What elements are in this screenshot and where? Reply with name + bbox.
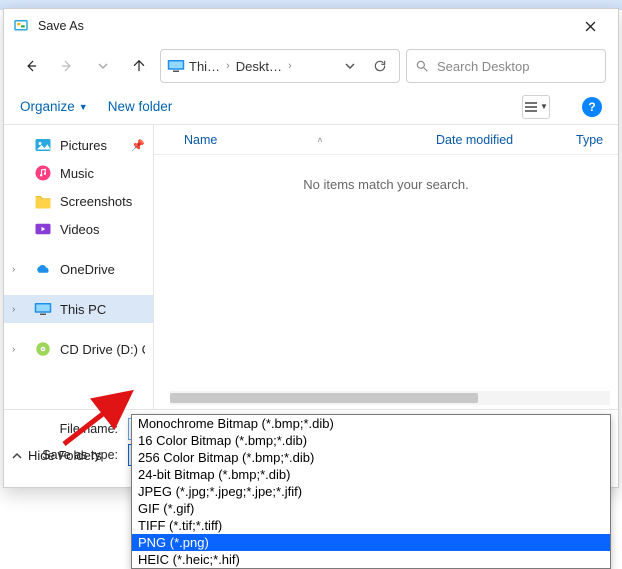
sidebar-item-videos[interactable]: Videos: [4, 215, 153, 243]
onedrive-icon: [34, 260, 52, 278]
dialog-title: Save As: [38, 19, 570, 33]
sidebar-item-label: This PC: [60, 302, 106, 317]
sidebar-item-label: Screenshots: [60, 194, 132, 209]
column-headers: Name ˄ Date modified Type: [154, 125, 618, 155]
hide-folders-toggle[interactable]: Hide Folders: [12, 448, 102, 463]
search-icon: [415, 59, 429, 73]
sidebar-item-label: OneDrive: [60, 262, 115, 277]
address-bar[interactable]: Thi… › Deskt… ›: [160, 49, 400, 83]
search-placeholder: Search Desktop: [437, 59, 530, 74]
chevron-down-icon: [98, 61, 108, 71]
file-list-area: Name ˄ Date modified Type No items match…: [154, 125, 618, 409]
hide-folders-label: Hide Folders: [28, 448, 102, 463]
horizontal-scrollbar[interactable]: [170, 391, 610, 405]
caret-down-icon: ▼: [540, 102, 548, 111]
expand-icon[interactable]: ›: [12, 304, 15, 315]
column-name[interactable]: Name ˄: [154, 133, 436, 147]
sidebar-item-music[interactable]: Music: [4, 159, 153, 187]
filetype-option[interactable]: JPEG (*.jpg;*.jpeg;*.jpe;*.jfif): [132, 483, 610, 500]
pc-icon: [34, 300, 52, 318]
forward-button[interactable]: [52, 51, 82, 81]
caret-down-icon: ▼: [79, 102, 88, 112]
videos-icon: [34, 220, 52, 238]
titlebar: Save As: [4, 9, 618, 43]
up-button[interactable]: [124, 51, 154, 81]
arrow-right-icon: [60, 59, 74, 73]
filetype-option[interactable]: TIFF (*.tif;*.tiff): [132, 517, 610, 534]
column-label: Name: [184, 133, 217, 147]
newfolder-label: New folder: [108, 99, 173, 114]
pc-icon: [167, 59, 185, 73]
help-icon: ?: [588, 100, 595, 114]
chevron-down-icon: [345, 61, 355, 71]
chevron-right-icon: ›: [224, 60, 232, 72]
refresh-button[interactable]: [367, 53, 393, 79]
view-options-button[interactable]: ▼: [522, 95, 550, 119]
folder-icon: [34, 192, 52, 210]
help-button[interactable]: ?: [582, 97, 602, 117]
filename-label: File name:: [14, 422, 122, 436]
expand-icon[interactable]: ›: [12, 264, 15, 275]
filetype-option[interactable]: 24-bit Bitmap (*.bmp;*.dib): [132, 466, 610, 483]
filetype-option[interactable]: HEIC (*.heic;*.hif): [132, 551, 610, 568]
arrow-up-icon: [132, 59, 146, 73]
close-button[interactable]: [570, 11, 610, 41]
pin-icon: 📌: [131, 139, 145, 152]
sidebar-item-screenshots[interactable]: Screenshots: [4, 187, 153, 215]
arrow-left-icon: [24, 59, 38, 73]
refresh-icon: [373, 59, 387, 73]
sidebar-item-label: CD Drive (D:) CCO: [60, 342, 145, 357]
column-date[interactable]: Date modified: [436, 133, 576, 147]
empty-message: No items match your search.: [154, 177, 618, 192]
column-type[interactable]: Type: [576, 133, 618, 147]
crumb-desktop[interactable]: Deskt…: [236, 59, 282, 74]
paint-app-icon: [12, 17, 30, 35]
organize-menu[interactable]: Organize ▼: [20, 99, 88, 114]
nav-bar: Thi… › Deskt… › Search Desktop: [4, 43, 618, 89]
pictures-icon: [34, 136, 52, 154]
sidebar-item-label: Pictures: [60, 138, 107, 153]
sidebar-item-label: Videos: [60, 222, 100, 237]
music-icon: [34, 164, 52, 182]
filetype-option-selected[interactable]: PNG (*.png): [132, 534, 610, 551]
address-dropdown[interactable]: [337, 53, 363, 79]
sidebar-item-cddrive[interactable]: › CD Drive (D:) CCO: [4, 335, 153, 363]
sidebar-item-onedrive[interactable]: › OneDrive: [4, 255, 153, 283]
column-label: Date modified: [436, 133, 513, 147]
expand-icon[interactable]: ›: [12, 344, 15, 355]
chevron-up-icon: [12, 451, 22, 461]
sidebar: Pictures 📌 Music Screenshots Videos: [4, 125, 154, 409]
toolbar: Organize ▼ New folder ▼ ?: [4, 89, 618, 125]
sidebar-item-pictures[interactable]: Pictures 📌: [4, 131, 153, 159]
sidebar-item-thispc[interactable]: › This PC: [4, 295, 153, 323]
search-input[interactable]: Search Desktop: [406, 49, 606, 83]
disc-icon: [34, 340, 52, 358]
crumb-thispc[interactable]: Thi…: [189, 59, 220, 74]
filetype-option[interactable]: 16 Color Bitmap (*.bmp;*.dib): [132, 432, 610, 449]
organize-label: Organize: [20, 99, 75, 114]
chevron-right-icon: ›: [286, 60, 294, 72]
body: Pictures 📌 Music Screenshots Videos: [4, 125, 618, 409]
filetype-option[interactable]: GIF (*.gif): [132, 500, 610, 517]
close-icon: [585, 21, 596, 32]
back-button[interactable]: [16, 51, 46, 81]
list-view-icon: [524, 101, 538, 113]
sort-indicator-icon: ˄: [317, 135, 322, 145]
screen: Save As Thi… › Deskt… › S: [0, 0, 622, 569]
recent-button[interactable]: [88, 51, 118, 81]
scroll-thumb[interactable]: [170, 393, 478, 403]
column-label: Type: [576, 133, 603, 147]
sidebar-item-label: Music: [60, 166, 94, 181]
filetype-dropdown-list[interactable]: Monochrome Bitmap (*.bmp;*.dib) 16 Color…: [131, 414, 611, 569]
filetype-option[interactable]: 256 Color Bitmap (*.bmp;*.dib): [132, 449, 610, 466]
new-folder-button[interactable]: New folder: [108, 99, 173, 114]
filetype-option[interactable]: Monochrome Bitmap (*.bmp;*.dib): [132, 415, 610, 432]
